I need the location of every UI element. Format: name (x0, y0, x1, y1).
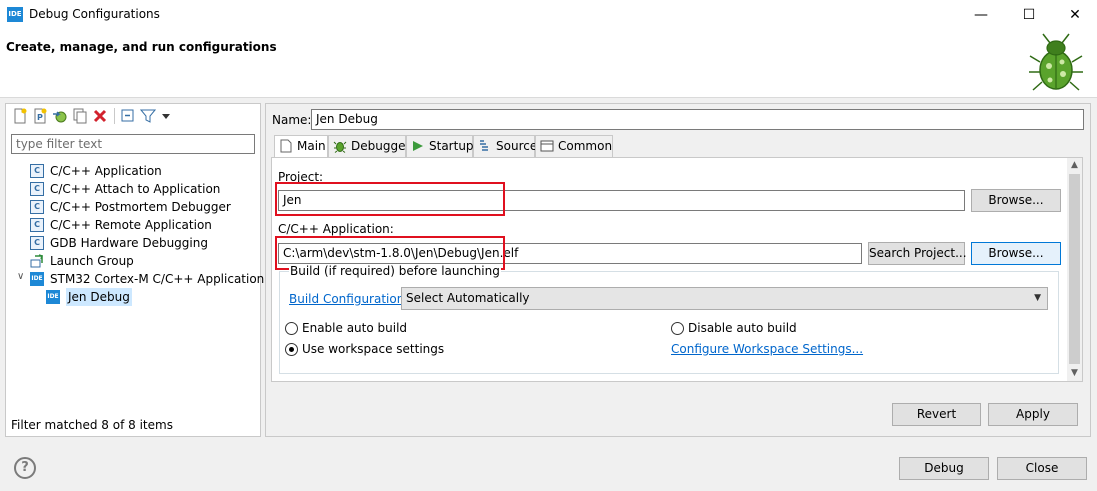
app-icon: IDE (7, 7, 23, 22)
configuration-tree-panel: P C C/C++ Application C C/C++ Attach to … (5, 103, 265, 437)
tree-item-label: C/C++ Application (50, 164, 162, 178)
duplicate-icon[interactable] (72, 108, 88, 124)
bug-icon (1029, 33, 1083, 91)
build-group-title: Build (if required) before launching (289, 264, 501, 278)
filter-status: Filter matched 8 of 8 items (11, 418, 173, 432)
tab-debugger[interactable]: Debugger (328, 135, 410, 157)
name-label: Name: (272, 113, 312, 127)
search-project-button[interactable]: Search Project... (868, 242, 967, 265)
main-tab-icon (280, 139, 292, 153)
view-menu-icon[interactable] (158, 108, 174, 124)
project-highlight (275, 182, 505, 216)
tab-source[interactable]: Source (473, 135, 538, 157)
disable-auto-build-label: Disable auto build (688, 321, 797, 335)
enable-auto-build-label: Enable auto build (302, 321, 408, 335)
tab-main[interactable]: Main (274, 135, 328, 158)
revert-button[interactable]: Revert (892, 403, 981, 426)
common-tab-icon (540, 140, 554, 152)
close-window-button[interactable]: ✕ (1052, 0, 1097, 30)
tree-item-label: C/C++ Remote Application (50, 218, 212, 232)
tree-item-label: GDB Hardware Debugging (50, 236, 208, 250)
name-field[interactable]: Jen Debug (311, 109, 1084, 130)
configuration-editor: Name: Jen Debug Main Debugger Startup So… (265, 103, 1091, 437)
toolbar-separator (114, 108, 115, 124)
tab-label: Debugger (351, 139, 411, 153)
tree-item-label: Launch Group (50, 254, 134, 268)
title-bar: IDE Debug Configurations — ☐ ✕ (0, 0, 1097, 30)
enable-auto-build-radio[interactable] (285, 322, 298, 335)
maximize-button[interactable]: ☐ (1006, 0, 1052, 30)
use-workspace-settings-label: Use workspace settings (302, 342, 445, 356)
tab-label: Source (496, 139, 538, 153)
tab-label: Common (558, 139, 613, 153)
svg-text:P: P (37, 113, 43, 122)
scroll-up-arrow[interactable]: ▲ (1067, 158, 1082, 173)
tree-item-label: STM32 Cortex-M C/C++ Application (50, 272, 265, 286)
new-configuration-icon[interactable] (12, 108, 28, 124)
chevron-down-icon[interactable]: ∨ (17, 271, 24, 282)
main-tab-content: Project: Jen Browse... C/C++ Application… (271, 157, 1083, 382)
application-browse-button[interactable]: Browse... (971, 242, 1061, 265)
application-label: C/C++ Application: (278, 222, 394, 236)
c-app-icon: C (30, 218, 44, 232)
window-title: Debug Configurations (29, 7, 160, 21)
close-button[interactable]: Close (997, 457, 1087, 480)
use-workspace-settings-radio[interactable] (285, 343, 298, 356)
build-configuration-link[interactable]: Build Configuration: (289, 292, 408, 306)
tab-startup[interactable]: Startup (406, 135, 474, 157)
delete-icon[interactable] (92, 108, 108, 124)
c-app-icon: C (30, 182, 44, 196)
new-prototype-icon[interactable]: P (32, 108, 48, 124)
debugger-tab-icon (333, 141, 347, 153)
filter-input[interactable] (11, 134, 255, 154)
build-configuration-select[interactable]: Select Automatically ▼ (401, 287, 1048, 310)
build-group: Build (if required) before launching Bui… (279, 264, 1059, 374)
minimize-button[interactable]: — (958, 0, 1004, 30)
scroll-thumb[interactable] (1069, 174, 1080, 364)
tab-label: Startup (429, 139, 474, 153)
chevron-down-icon: ▼ (1034, 293, 1041, 303)
help-icon[interactable]: ? (14, 457, 36, 479)
tree-item-label: C/C++ Postmortem Debugger (50, 200, 231, 214)
export-icon[interactable] (52, 108, 68, 124)
collapse-all-icon[interactable] (120, 108, 136, 124)
build-configuration-value: Select Automatically (406, 291, 530, 305)
source-tab-icon (480, 140, 488, 151)
tab-common[interactable]: Common (535, 135, 613, 157)
configure-workspace-settings-link[interactable]: Configure Workspace Settings... (671, 342, 863, 356)
debug-button[interactable]: Debug (899, 457, 989, 480)
launch-group-icon (30, 254, 43, 268)
tree-toolbar: P (6, 104, 260, 128)
ide-icon: IDE (30, 272, 44, 286)
startup-tab-icon (413, 141, 423, 151)
c-app-icon: C (30, 200, 44, 214)
dialog-heading: Create, manage, and run configurations (6, 40, 277, 54)
ide-icon: IDE (46, 290, 60, 304)
filter-icon[interactable] (140, 108, 156, 124)
scroll-down-arrow[interactable]: ▼ (1067, 366, 1082, 381)
vertical-scrollbar[interactable]: ▲ ▼ (1067, 158, 1082, 381)
apply-button[interactable]: Apply (988, 403, 1078, 426)
disable-auto-build-radio[interactable] (671, 322, 684, 335)
project-browse-button[interactable]: Browse... (971, 189, 1061, 212)
c-app-icon: C (30, 164, 44, 178)
tree-item-label: Jen Debug (66, 288, 132, 306)
tab-label: Main (297, 139, 326, 153)
tree-item-label: C/C++ Attach to Application (50, 182, 221, 196)
c-app-icon: C (30, 236, 44, 250)
dialog-header: Create, manage, and run configurations (0, 30, 1097, 98)
